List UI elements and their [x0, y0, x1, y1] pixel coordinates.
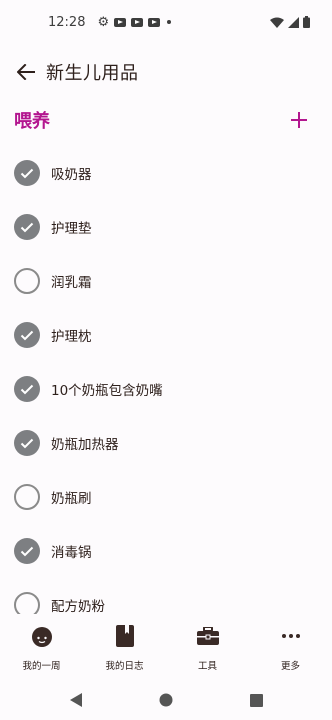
item-label: 配方奶粉 [51, 599, 105, 614]
list-item[interactable]: 10个奶瓶包含奶嘴 [0, 362, 332, 416]
item-label: 吸奶器 [51, 167, 92, 183]
checkbox-unchecked[interactable] [14, 592, 40, 614]
checkmark-icon [20, 168, 34, 178]
item-label: 护理枕 [51, 329, 92, 345]
section-header: 喂养 [0, 103, 332, 137]
checkmark-icon [20, 438, 34, 448]
nav-my-week[interactable]: 我的一周 [0, 616, 83, 676]
checkbox-checked[interactable] [14, 322, 40, 348]
system-home-button[interactable] [156, 690, 176, 710]
status-bar: 12:28 ⚙ [0, 0, 332, 44]
toolbox-icon [196, 624, 219, 648]
nav-my-journal[interactable]: 我的日志 [83, 616, 166, 676]
item-label: 奶瓶加热器 [51, 437, 119, 453]
wifi-icon [270, 17, 284, 28]
list-item[interactable]: 奶瓶加热器 [0, 416, 332, 470]
nav-tools[interactable]: 工具 [166, 616, 249, 676]
page-title: 新生儿用品 [46, 63, 139, 84]
list-item[interactable]: 配方奶粉 [0, 578, 332, 614]
nav-label: 我的日志 [105, 661, 144, 672]
checklist[interactable]: 吸奶器护理垫润乳霜护理枕 10个奶瓶包含奶嘴 奶瓶加热器奶瓶刷消毒锅配方奶粉 [0, 146, 332, 614]
item-label: 护理垫 [51, 221, 92, 237]
item-label: 润乳霜 [51, 275, 92, 291]
home-circle-icon [159, 693, 173, 707]
system-back-button[interactable] [66, 690, 86, 710]
checkbox-checked[interactable] [14, 214, 40, 240]
checkbox-unchecked[interactable] [14, 268, 40, 294]
nav-label: 更多 [280, 661, 300, 672]
nav-more[interactable]: 更多 [249, 616, 332, 676]
youtube-icon [148, 17, 161, 27]
recents-square-icon [249, 693, 263, 707]
status-system-icons [270, 16, 310, 28]
list-item[interactable]: 吸奶器 [0, 146, 332, 200]
plus-icon [291, 112, 307, 128]
list-item[interactable]: 消毒锅 [0, 524, 332, 578]
list-item[interactable]: 润乳霜 [0, 254, 332, 308]
dot-icon [167, 20, 172, 24]
more-dots-icon [281, 624, 301, 648]
checkbox-unchecked[interactable] [14, 484, 40, 510]
system-recents-button[interactable] [246, 690, 266, 710]
list-item[interactable]: 护理垫 [0, 200, 332, 254]
checkbox-checked[interactable] [14, 538, 40, 564]
baby-face-icon [31, 624, 53, 648]
item-label: 10个奶瓶包含奶嘴 [51, 383, 163, 399]
add-item-button[interactable] [284, 105, 314, 135]
gear-icon: ⚙ [97, 14, 110, 30]
status-time: 12:28 [48, 14, 86, 30]
signal-icon [288, 16, 299, 28]
checkbox-checked[interactable] [14, 376, 40, 402]
journal-icon [115, 624, 134, 648]
app-bar: 新生儿用品 [0, 52, 332, 92]
back-triangle-icon [70, 693, 82, 707]
checkbox-checked[interactable] [14, 160, 40, 186]
checkmark-icon [20, 546, 34, 556]
system-navigation [0, 680, 332, 720]
section-title: 喂养 [14, 111, 50, 132]
checkmark-icon [20, 330, 34, 340]
back-button[interactable] [6, 52, 46, 92]
list-item[interactable]: 奶瓶刷 [0, 470, 332, 524]
arrow-back-icon [17, 64, 35, 80]
item-label: 奶瓶刷 [51, 491, 92, 507]
battery-icon [303, 16, 310, 28]
item-label: 消毒锅 [51, 545, 92, 561]
youtube-icon [114, 17, 127, 27]
checkbox-checked[interactable] [14, 430, 40, 456]
nav-label: 我的一周 [22, 661, 61, 672]
checkmark-icon [20, 384, 34, 394]
list-item[interactable]: 护理枕 [0, 308, 332, 362]
nav-label: 工具 [197, 661, 217, 672]
bottom-navigation: 我的一周 我的日志 工具 更多 [0, 616, 332, 676]
checkmark-icon [20, 222, 34, 232]
youtube-icon [131, 17, 144, 27]
status-notification-icons: ⚙ [97, 14, 172, 30]
